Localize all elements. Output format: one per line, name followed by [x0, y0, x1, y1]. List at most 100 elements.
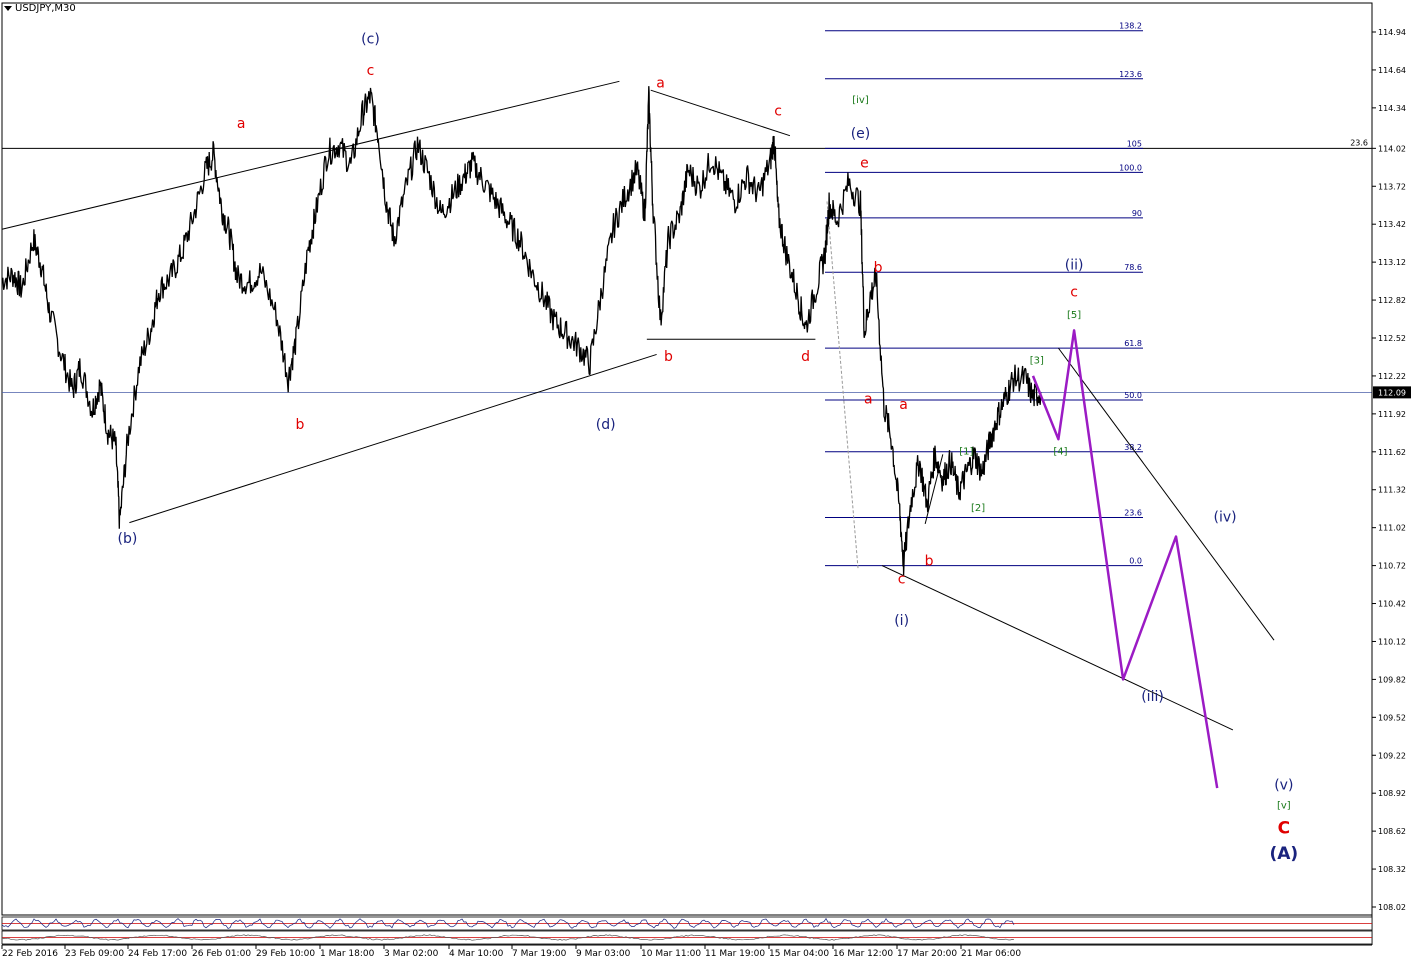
time-tick-label: 7 Mar 19:00 [512, 949, 567, 959]
fib-level-label: 100.0 [1119, 163, 1142, 172]
wave-label: a [656, 76, 665, 92]
price-tick-label: 112.22 [1378, 372, 1406, 381]
time-tick-label: 21 Mar 06:00 [961, 949, 1021, 959]
wave-label: C [1278, 819, 1290, 839]
fib-level-label: 38.2 [1124, 443, 1142, 452]
time-tick-label: 9 Mar 03:00 [576, 949, 631, 959]
fib-level-label: 90 [1132, 209, 1142, 218]
wave-label: (e) [851, 126, 871, 142]
dashed-connector [826, 201, 859, 569]
trend-line [129, 353, 657, 524]
price-tick-label: 109.52 [1378, 713, 1406, 722]
indicator-panes [1, 916, 1373, 945]
price-tick-label: 111.02 [1378, 524, 1406, 533]
trend-line [1, 80, 620, 230]
wave-label: (v) [1274, 777, 1293, 793]
wave-label: [2] [971, 503, 985, 514]
wave-label: d [801, 349, 810, 365]
wave-label: (b) [118, 531, 138, 547]
time-tick-label: 24 Feb 17:00 [128, 949, 187, 959]
price-tick-label: 113.42 [1378, 220, 1406, 229]
time-tick-label: 23 Feb 09:00 [65, 949, 124, 959]
grid-layer: 23.6 [1, 2, 1373, 916]
price-axis: 114.94 114.64 114.34 114.02 113.72 113.42 113.… [1371, 3, 1411, 945]
price-tick-label: 111.92 [1378, 410, 1406, 419]
trend-line [650, 89, 791, 137]
trend-line [881, 565, 1234, 731]
wave-label: a [864, 392, 873, 408]
price-tick-label: 108.02 [1378, 903, 1406, 912]
wave-label: [iv] [852, 95, 869, 106]
time-tick-label: 10 Mar 11:00 [641, 949, 701, 959]
fib-level-label: 61.8 [1124, 339, 1142, 348]
price-tick-label: 108.92 [1378, 789, 1406, 798]
price-series [1, 86, 1042, 576]
price-line [1, 86, 1042, 576]
price-tick-label: 114.94 [1378, 28, 1406, 37]
price-tick-label: 108.62 [1378, 827, 1406, 836]
price-tick-label: 113.72 [1378, 182, 1406, 191]
wave-label: c [367, 63, 375, 79]
wave-label: c [774, 103, 782, 119]
price-tick-label: 109.22 [1378, 751, 1406, 760]
price-tick-label: 112.52 [1378, 334, 1406, 343]
time-axis: 22 Feb 2016 23 Feb 09:00 24 Feb 17:00 26 Fe… [1, 944, 1372, 959]
time-tick-label: 26 Feb 01:00 [192, 949, 251, 959]
wave-label: a [237, 116, 246, 132]
time-tick-label: 15 Mar 04:00 [769, 949, 829, 959]
time-tick-label: 17 Mar 20:00 [897, 949, 957, 959]
time-tick-label: 1 Mar 18:00 [320, 949, 375, 959]
price-tick-label: 114.64 [1378, 66, 1406, 75]
price-tick-label: 110.42 [1378, 600, 1406, 609]
wave-label: b [295, 417, 304, 433]
wave-label: [v] [1277, 800, 1291, 811]
time-tick-label: 4 Mar 10:00 [449, 949, 504, 959]
wave-label: [1] [959, 446, 973, 457]
price-tick-label: 108.32 [1378, 865, 1406, 874]
time-tick-label: 3 Mar 02:00 [384, 949, 439, 959]
current-price-label: 112.09 [1378, 388, 1406, 397]
wave-label: c [1070, 284, 1078, 300]
wave-label: (ii) [1065, 258, 1084, 274]
wave-label: a [899, 397, 908, 413]
wave-label: b [664, 349, 673, 365]
wave-label: (A) [1269, 844, 1298, 864]
wave-label: [4] [1053, 446, 1067, 457]
time-tick-label: 11 Mar 19:00 [705, 949, 765, 959]
wave-label: (i) [894, 613, 909, 629]
fib-level-label: 138.2 [1119, 22, 1142, 31]
price-tick-label: 113.12 [1378, 258, 1406, 267]
plot-frame [1, 2, 1373, 916]
price-tick-label: 112.82 [1378, 296, 1406, 305]
wave-label: (c) [361, 31, 380, 47]
fib-level-label: 23.6 [1124, 509, 1142, 518]
time-tick-label: 16 Mar 12:00 [833, 949, 893, 959]
price-tick-label: 114.02 [1378, 144, 1406, 153]
price-tick-label: 111.62 [1378, 448, 1406, 457]
price-tick-label: 114.34 [1378, 104, 1406, 113]
wave-label: b [874, 260, 883, 276]
wave-label: b [925, 554, 934, 570]
trend-line [1058, 347, 1275, 641]
price-tick-label: 109.82 [1378, 675, 1406, 684]
price-tick-label: 110.72 [1378, 562, 1406, 571]
wave-label: (iii) [1141, 689, 1164, 705]
price-chart[interactable]: 23.6 138.2 123.6 105 100.0 90 78.6 61.8 50.0 38.… [0, 0, 1413, 963]
fib-level-label: 78.6 [1124, 263, 1142, 272]
fib-level-label: 123.6 [1119, 70, 1142, 79]
price-tick-label: 110.12 [1378, 637, 1406, 646]
wave-label: (iv) [1213, 509, 1236, 525]
time-tick-label: 29 Feb 10:00 [256, 949, 315, 959]
trend-lines [1, 80, 1275, 731]
wave-label: [5] [1067, 310, 1081, 321]
fib-level-label: 50.0 [1124, 391, 1142, 400]
wave-label: c [898, 571, 906, 587]
wave-label: (d) [596, 417, 616, 433]
price-tick-label: 111.32 [1378, 486, 1406, 495]
time-tick-label: 22 Feb 2016 [2, 949, 58, 959]
fib-level-label: 105 [1127, 139, 1142, 148]
level-line-label: 23.6 [1350, 138, 1368, 147]
fib-level-label: 0.0 [1129, 557, 1142, 566]
wave-label: [3] [1030, 355, 1044, 366]
wave-label: e [860, 155, 869, 171]
